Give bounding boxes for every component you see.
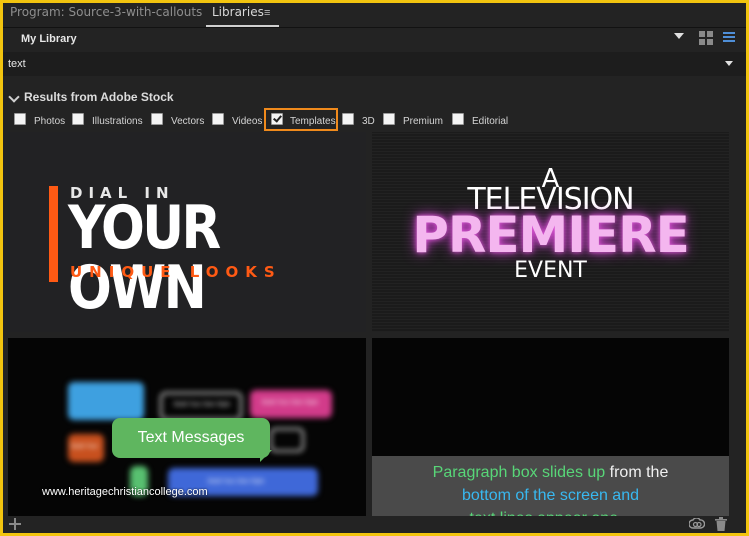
blurred-bubble: Build Your [68,434,104,462]
filter-illustrations-checkbox[interactable] [72,113,84,125]
filter-premium-label: Premium [403,116,444,127]
paragraph-line-highlight: Paragraph box slides up [432,464,606,481]
paragraph-line: Paragraph box slides up from the [372,464,729,482]
list-view-icon[interactable] [723,32,735,44]
filter-illustrations-label: Illustrations [92,116,143,127]
templates-callout-highlight [264,108,338,131]
library-name[interactable]: My Library [21,33,77,45]
blurred-bubble-text: Build Your Own Style [208,479,265,485]
bubble-label: Text Messages [137,429,245,446]
filter-row: Photos Illustrations Vectors Videos Temp… [3,108,746,131]
library-dropdown-arrow-icon[interactable] [674,33,684,39]
panel-menu-icon[interactable]: ≡ [264,7,270,19]
blurred-bubble: Build Your Own Style [160,392,242,420]
creative-cloud-icon[interactable] [689,518,705,530]
watermark-text: www.heritagechristiancollege.com [42,486,208,498]
stock-template-thumbnail[interactable]: Paragraph box slides up from the bottom … [372,338,729,518]
orange-accent-bar [49,186,58,282]
paragraph-line-rest: from the [605,464,669,481]
search-input[interactable] [3,52,719,76]
filter-premium-checkbox[interactable] [383,113,395,125]
search-dropdown-arrow-icon[interactable] [725,61,733,66]
blurred-bubble [68,382,144,420]
stock-template-thumbnail[interactable]: Build Your Own Style Build Your Own Styl… [8,338,366,518]
trash-icon[interactable] [715,517,727,531]
thumbnail-text: PREMIERE [412,206,689,264]
chevron-down-icon[interactable] [8,91,20,103]
blurred-bubble [270,428,304,452]
filter-videos-label: Videos [232,116,263,127]
blurred-bubble-text: Build Your Own Style [174,402,231,408]
paragraph-box: Paragraph box slides up from the bottom … [372,456,729,518]
blurred-bubble: Build Your Own Style [250,390,332,418]
filter-3d-checkbox[interactable] [342,113,354,125]
thumbnail-text: EVENT [514,258,587,283]
stock-template-thumbnail[interactable]: A TELEVISION PREMIERE EVENT [372,132,729,332]
results-section-title[interactable]: Results from Adobe Stock [24,90,174,104]
grid-view-icon[interactable] [699,31,713,45]
libraries-panel: Program: Source-3-with-callouts Librarie… [3,3,746,533]
panel-tab-bar: Program: Source-3-with-callouts Librarie… [3,3,746,28]
active-tab-indicator [206,25,279,27]
thumbnail-text: YOUR OWN [68,193,221,323]
filter-vectors-label: Vectors [171,116,205,127]
plus-icon[interactable] [9,518,21,530]
filter-editorial-checkbox[interactable] [452,113,464,125]
tab-libraries[interactable]: Libraries [212,5,264,19]
blurred-bubble-text: Build Your Own Style [262,400,319,406]
paragraph-line: bottom of the screen and [462,487,639,504]
blurred-bubble-text: Build Your [71,444,99,450]
filter-videos-checkbox[interactable] [212,113,224,125]
tab-program[interactable]: Program: Source-3-with-callouts [10,5,202,19]
library-selector-bar: My Library [3,28,746,50]
filter-3d-label: 3D [362,116,375,127]
filter-photos-checkbox[interactable] [14,113,26,125]
panel-footer [3,516,746,533]
filter-vectors-checkbox[interactable] [151,113,163,125]
search-row [3,52,746,76]
filter-photos-label: Photos [34,116,66,127]
stock-template-thumbnail[interactable]: DIAL IN YOUR OWN UNIQUE LOOKS [8,132,366,332]
thumbnail-text: UNIQUE LOOKS [70,263,282,281]
filter-editorial-label: Editorial [472,116,509,127]
